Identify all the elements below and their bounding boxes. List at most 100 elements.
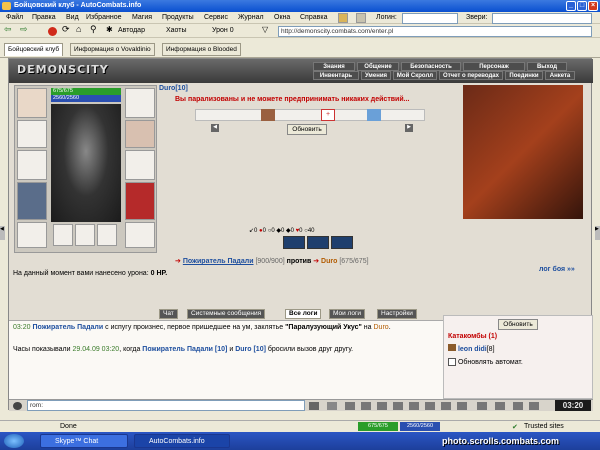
minimize-button[interactable]: _ xyxy=(566,1,576,11)
task-skype[interactable]: Skype™ Chat xyxy=(40,434,128,448)
uron-select[interactable]: Урон 0 xyxy=(212,27,234,34)
login-input[interactable] xyxy=(402,13,458,24)
self-name[interactable]: Duro xyxy=(321,258,337,265)
menu-file[interactable]: Файл xyxy=(6,14,23,21)
back-icon[interactable]: ⇦ xyxy=(4,24,12,35)
stop-icon[interactable] xyxy=(48,27,57,36)
opponent-name[interactable]: Пожиратель Падали xyxy=(183,258,254,265)
menu-favorites[interactable]: Избранное xyxy=(86,14,121,21)
map-icon[interactable] xyxy=(457,402,467,410)
chat-tab-chat[interactable]: Чат xyxy=(159,309,178,319)
chat-tab-my-logs[interactable]: Мои логи xyxy=(329,309,366,319)
tab-info-blooded[interactable]: Информация о Blooded xyxy=(162,43,241,56)
auto-refresh-checkbox[interactable] xyxy=(448,358,456,366)
earring-slot[interactable] xyxy=(125,88,155,118)
nav-my-scroll[interactable]: Мой Скролл xyxy=(393,71,437,80)
log-name-2b[interactable]: Duro [10] xyxy=(235,346,266,353)
tools-icon[interactable]: ✱ xyxy=(106,25,113,34)
maximize-button[interactable]: □ xyxy=(577,1,587,11)
shield-slot[interactable] xyxy=(125,150,155,180)
right-collapse-icon[interactable]: ▶ xyxy=(595,226,600,240)
help-icon[interactable] xyxy=(529,402,539,410)
log-name-2a[interactable]: Пожиратель Падали [10] xyxy=(142,346,227,353)
menu-journal[interactable]: Журнал xyxy=(238,14,264,21)
chat-tab-settings[interactable]: Настройки xyxy=(377,309,417,319)
buff-icon-2[interactable] xyxy=(307,236,329,249)
helmet-slot[interactable] xyxy=(17,88,47,118)
refresh-battle-button[interactable]: Обновить xyxy=(287,124,327,135)
tab-fight-club[interactable]: Бойцовский клуб xyxy=(4,43,64,56)
battle-log-link[interactable]: лог боя »» xyxy=(539,266,575,273)
legs-slot[interactable] xyxy=(125,182,155,220)
start-button[interactable] xyxy=(4,434,24,448)
menu-help[interactable]: Справка xyxy=(300,14,327,21)
sound-icon[interactable] xyxy=(361,402,371,410)
nav-security[interactable]: Безопасность xyxy=(401,62,461,71)
player-name[interactable]: Duro xyxy=(159,85,175,92)
beasts-select[interactable] xyxy=(492,13,592,24)
menu-service[interactable]: Сервис xyxy=(204,14,228,21)
belt-slot[interactable] xyxy=(17,222,47,248)
character-avatar[interactable] xyxy=(51,104,121,222)
color-icon[interactable] xyxy=(409,402,419,410)
refresh-icon[interactable]: ⟳ xyxy=(62,24,70,35)
smile-icon[interactable] xyxy=(13,402,22,410)
cloak-slot[interactable] xyxy=(17,182,47,220)
menu-windows[interactable]: Окна xyxy=(274,14,290,21)
nav-inventory[interactable]: Инвентарь xyxy=(313,71,359,80)
home-icon[interactable] xyxy=(338,13,348,23)
nav-exit[interactable]: Выход xyxy=(527,62,567,71)
forward-icon[interactable]: ⇨ xyxy=(20,24,28,35)
address-input[interactable]: http://demonscity.combats.com/enter.pl xyxy=(278,26,592,37)
armor-slot[interactable] xyxy=(17,150,47,180)
filter-icon[interactable]: ▽ xyxy=(262,25,268,34)
tab-info-vovaldinio[interactable]: Информация о Vovaldinio xyxy=(70,43,155,56)
nav-communication[interactable]: Общение xyxy=(357,62,399,71)
opponent-portrait[interactable] xyxy=(463,85,583,219)
buff-icon-1[interactable] xyxy=(283,236,305,249)
menu-view[interactable]: Вид xyxy=(66,14,79,21)
chat-tab-all-logs[interactable]: Все логи xyxy=(285,309,322,319)
gloves-slot[interactable] xyxy=(125,120,155,148)
nav-character[interactable]: Персонаж xyxy=(463,62,525,71)
search-icon[interactable]: ⚲ xyxy=(90,24,97,35)
nav-skills[interactable]: Умения xyxy=(361,71,391,80)
weapon-slot[interactable] xyxy=(17,120,47,148)
translit-icon[interactable] xyxy=(377,402,387,410)
left-collapse-icon[interactable]: ◀ xyxy=(0,226,5,240)
buff-icon-3[interactable] xyxy=(331,236,353,249)
mail-icon[interactable] xyxy=(495,402,505,410)
ring-slot-1[interactable] xyxy=(53,224,73,246)
filter-chat-icon[interactable] xyxy=(345,402,355,410)
refresh-location-button[interactable]: Обновить xyxy=(498,319,538,330)
nav-knowledge[interactable]: Знания xyxy=(313,62,355,71)
menu-edit[interactable]: Правка xyxy=(32,14,56,21)
friends-icon[interactable] xyxy=(477,402,487,410)
ring-slot-3[interactable] xyxy=(97,224,117,246)
ring-slot-2[interactable] xyxy=(75,224,95,246)
settings-icon[interactable] xyxy=(513,402,523,410)
send-icon[interactable] xyxy=(309,402,319,410)
spell-slot-2[interactable] xyxy=(367,109,381,121)
chat-tab-system[interactable]: Системные сообщения xyxy=(187,309,266,319)
chat-input[interactable]: rom: xyxy=(27,400,305,411)
menu-products[interactable]: Продукты xyxy=(162,14,194,21)
shield-icon[interactable] xyxy=(356,13,366,23)
autodar-button[interactable]: Автодар xyxy=(118,27,145,34)
close-button[interactable]: × xyxy=(588,1,598,11)
spell-slot-1[interactable] xyxy=(261,109,275,121)
clan-chat-icon[interactable] xyxy=(393,402,403,410)
right-arrow-icon[interactable]: ▶ xyxy=(405,124,413,132)
location-player-name[interactable]: leon didi xyxy=(458,346,487,353)
trade-icon[interactable] xyxy=(425,402,435,410)
nav-profile[interactable]: Анкета xyxy=(545,71,575,80)
haots-button[interactable]: Хаоты xyxy=(166,27,187,34)
boots-slot[interactable] xyxy=(125,222,155,248)
clear-icon[interactable] xyxy=(327,402,337,410)
heal-icon[interactable]: + xyxy=(321,109,335,121)
task-autocombats[interactable]: AutoCombats.info xyxy=(134,434,230,448)
menu-magic[interactable]: Магия xyxy=(132,14,152,21)
nav-transfers[interactable]: Отчет о переводах xyxy=(439,71,503,80)
log-name-1[interactable]: Пожиратель Падали xyxy=(32,324,103,331)
nav-battles[interactable]: Поединки xyxy=(505,71,543,80)
